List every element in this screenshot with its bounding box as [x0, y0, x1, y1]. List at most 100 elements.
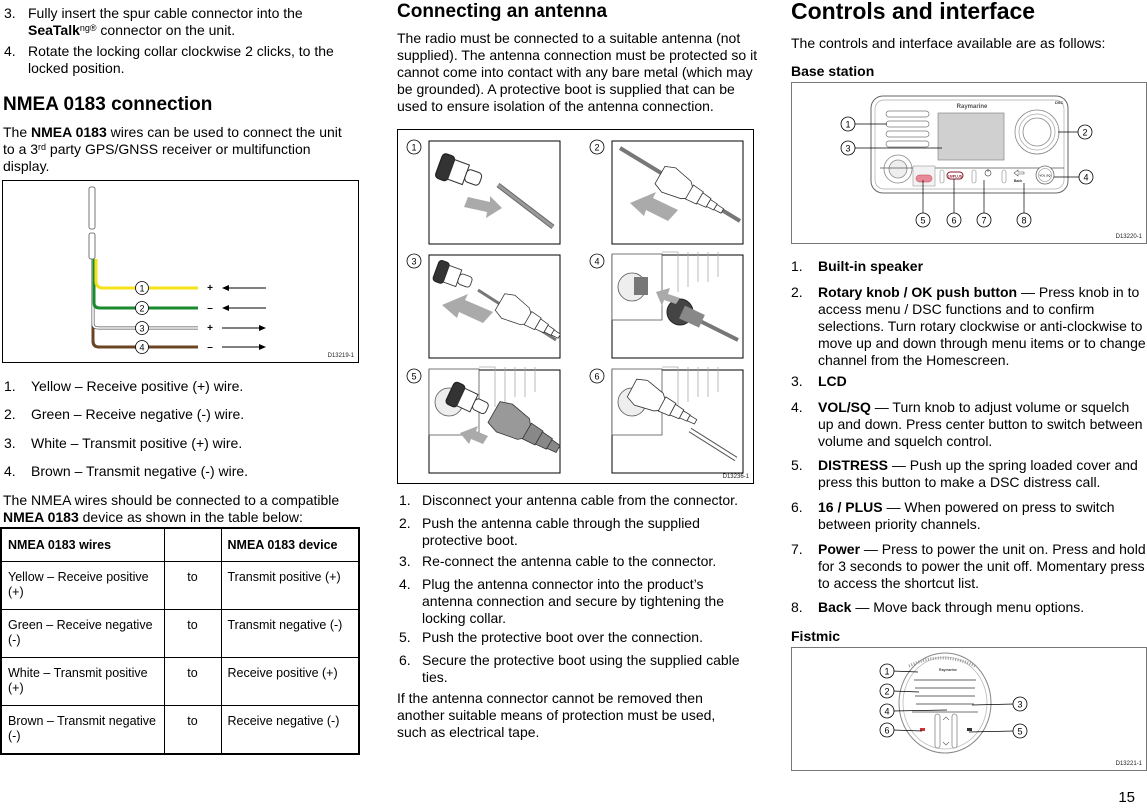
sign-label: –	[207, 342, 213, 353]
wiring-diagram: 1 2 3 4 + – + – D13219-1	[2, 180, 359, 363]
table-header: NMEA 0183 wires	[0, 527, 165, 562]
table-cell: Transmit negative (-)	[220, 609, 360, 658]
figure-id: D13236-1	[722, 474, 749, 480]
fistmic-diagram: Raymarine 1 2 3 4 5 6 D13221-1	[791, 647, 1147, 771]
callout-5: 5	[1012, 723, 1028, 739]
list-number: 4.	[791, 399, 803, 415]
list-text: Yellow – Receive positive (+) wire.	[31, 378, 244, 394]
list-number: 2.	[4, 406, 16, 422]
list-number: 3.	[399, 553, 411, 569]
callout-2: 2	[879, 683, 895, 699]
list-text: Secure the protective boot using the sup…	[422, 652, 740, 685]
svg-text:Raymarine: Raymarine	[939, 668, 957, 672]
nmea-wiring-table: NMEA 0183 wires NMEA 0183 device Yellow …	[0, 527, 360, 755]
svg-text:2: 2	[1082, 128, 1087, 138]
svg-text:5: 5	[1017, 727, 1022, 737]
svg-text:1: 1	[884, 667, 889, 677]
list-number: 4.	[399, 576, 411, 592]
step-panel-1: 1	[406, 139, 561, 245]
table-cell: White – Transmit positive (+)	[0, 657, 165, 706]
list-text: 16 / PLUS — When powered on press to swi…	[818, 499, 1115, 532]
fistmic-svg: Raymarine 1 2 3 4 5 6	[879, 652, 1028, 754]
paragraph: The NMEA 0183 wires can be used to conne…	[3, 124, 342, 174]
svg-text:DSC: DSC	[1055, 100, 1064, 105]
svg-text:VOL SQ: VOL SQ	[1039, 174, 1051, 178]
svg-text:3: 3	[139, 324, 144, 334]
callout-3: 3	[135, 321, 149, 335]
callout-1: 1	[840, 116, 856, 132]
step-panel-6: 6	[589, 366, 744, 474]
list-text: Rotary knob / OK push button — Press kno…	[818, 284, 1146, 368]
svg-text:3: 3	[1017, 700, 1022, 710]
svg-text:4: 4	[1083, 173, 1088, 183]
table-row: White – Transmit positive (+) to Receive…	[0, 657, 360, 706]
callout-1: 1	[135, 281, 149, 295]
table-row: Green – Receive negative (-) to Transmit…	[0, 609, 360, 658]
list-text: Power — Press to power the unit on. Pres…	[818, 541, 1146, 591]
list-text: Rotate the locking collar clockwise 2 cl…	[28, 43, 334, 76]
svg-text:1: 1	[139, 284, 144, 294]
svg-text:16/PLUS: 16/PLUS	[948, 174, 963, 178]
paragraph: The controls and interface available are…	[791, 35, 1106, 51]
rotary-knob	[1014, 109, 1060, 155]
svg-text:Back: Back	[1014, 179, 1022, 183]
table-cell: to	[163, 705, 222, 754]
callout-5: 5	[915, 212, 931, 228]
svg-text:6: 6	[951, 216, 956, 226]
paragraph: The NMEA wires should be connected to a …	[3, 492, 340, 525]
list-number: 7.	[791, 541, 803, 557]
svg-text:2: 2	[139, 304, 144, 314]
svg-text:1: 1	[411, 143, 416, 153]
callout-6: 6	[946, 212, 962, 228]
table-header-row: NMEA 0183 wires NMEA 0183 device	[0, 527, 360, 562]
table-header: NMEA 0183 device	[220, 527, 360, 562]
brand-logo: Raymarine	[957, 104, 988, 110]
step-panel-2: 2	[589, 139, 744, 245]
antenna-steps-svg: 1 2 3 4 5 6	[406, 139, 744, 474]
list-number: 3.	[4, 435, 16, 451]
svg-text:4: 4	[594, 257, 599, 267]
callout-8: 8	[1016, 212, 1032, 228]
list-number: 4.	[4, 463, 16, 479]
list-number: 5.	[399, 629, 411, 645]
step-panel-3: 3	[406, 253, 567, 359]
table-row: Brown – Transmit negative (-) to Receive…	[0, 705, 360, 754]
subheading: Base station	[791, 63, 875, 79]
list-text: Plug the antenna connector into the prod…	[422, 576, 725, 626]
list-number: 3.	[791, 373, 803, 389]
list-number: 1.	[791, 258, 803, 274]
arrow-out-icon	[222, 325, 266, 331]
list-number: 6.	[791, 499, 803, 515]
table-cell: Brown – Transmit negative (-)	[0, 705, 165, 754]
paragraph: The radio must be connected to a suitabl…	[397, 30, 758, 114]
lcd-screen	[937, 112, 1005, 161]
figure-id: D13220-1	[1115, 234, 1142, 240]
svg-text:6: 6	[884, 726, 889, 736]
arrow-in-icon	[222, 285, 266, 291]
section-heading: NMEA 0183 connection	[3, 94, 213, 115]
svg-text:8: 8	[1021, 216, 1026, 226]
paragraph: If the antenna connector cannot be remov…	[397, 690, 716, 740]
list-number: 2.	[399, 515, 411, 531]
table-cell: Yellow – Receive positive (+)	[0, 561, 165, 610]
svg-text:2: 2	[884, 687, 889, 697]
distress-button	[915, 174, 933, 183]
wiring-diagram-svg: 1 2 3 4 + – + –	[88, 186, 266, 354]
svg-text:5: 5	[411, 372, 416, 382]
table-cell: Receive positive (+)	[220, 657, 360, 706]
table-cell: to	[163, 657, 222, 706]
list-text: Disconnect your antenna cable from the c…	[422, 492, 738, 508]
table-cell: Receive negative (-)	[220, 705, 360, 754]
base-station-svg: Raymarine DSC 16/PLUS Back VOL SQ 1 2 3 …	[840, 95, 1094, 228]
cable-sheath	[88, 186, 96, 230]
table-cell: Green – Receive negative (-)	[0, 609, 165, 658]
table-cell: Transmit positive (+)	[220, 561, 360, 610]
subheading: Fistmic	[791, 628, 841, 644]
figure-id: D13221-1	[1115, 761, 1142, 767]
callout-3: 3	[840, 140, 856, 156]
table-cell: to	[163, 561, 222, 610]
svg-text:7: 7	[981, 216, 986, 226]
table-cell: to	[163, 609, 222, 658]
antenna-steps-diagram: 1 2 3 4 5 6 D13236-1	[397, 129, 754, 484]
sign-label: +	[207, 283, 213, 294]
